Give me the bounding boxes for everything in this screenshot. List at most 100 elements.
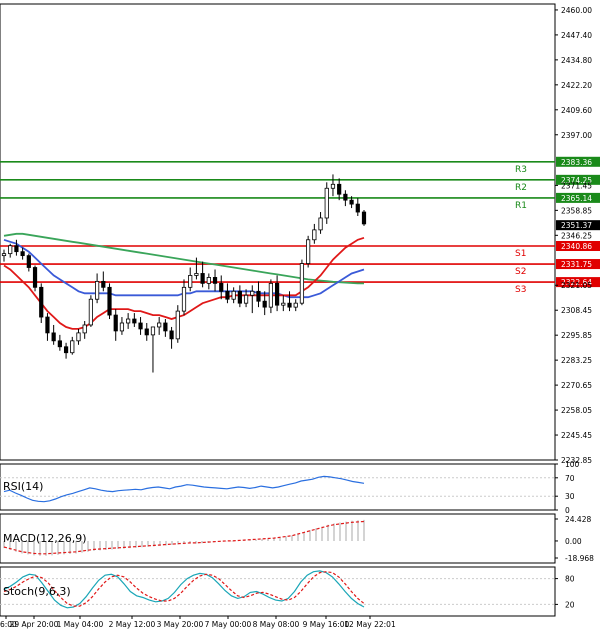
main-y-tick-label: 2346.25 [561, 231, 592, 240]
level-name-s1: S1 [515, 249, 526, 259]
candle-bull [88, 298, 93, 326]
candle-bull [157, 322, 162, 328]
main-plot-frame [0, 3, 556, 461]
stoch-frame [0, 566, 556, 617]
candle-bear [225, 290, 230, 300]
candle-bull [306, 239, 311, 264]
level-name-s3: S3 [515, 285, 526, 295]
candle-bear [337, 183, 342, 195]
candle-bear [200, 273, 205, 284]
candle-bear [132, 318, 137, 324]
rsi-y-tick-label: 30 [565, 492, 575, 501]
main-y-tick-label: 2245.45 [561, 431, 592, 440]
candle-bear [20, 251, 25, 257]
candle-bull [206, 277, 211, 284]
main-y-tick-label: 2308.45 [561, 306, 592, 315]
macd-y-tick-label: 0.00 [565, 537, 582, 546]
stoch-y-tick-label: 80 [565, 575, 575, 584]
rsi-y-tick-label: 0 [565, 506, 570, 515]
candle-bear [45, 316, 50, 334]
candle-bear [101, 280, 106, 288]
candle-bear [163, 322, 168, 332]
candle-bull [250, 290, 255, 296]
macd-label: MACD(12,26,9) [3, 532, 87, 545]
candle-bear [169, 330, 174, 340]
level-price-label: 2383.36 [561, 158, 592, 167]
level-price-label: 2331.75 [561, 260, 592, 269]
level-name-r1: R1 [515, 201, 527, 211]
candle-bull [324, 187, 329, 219]
macd-y-tick-label: 24.428 [565, 515, 591, 524]
candle-bear [144, 328, 149, 336]
candle-bull [126, 318, 131, 324]
main-y-tick-label: 2409.60 [561, 106, 592, 115]
x-tick-label: 1 May 04:00 [57, 620, 104, 629]
main-y-tick-label: 2358.85 [561, 206, 592, 215]
candle-bear [275, 282, 280, 306]
main-y-tick-label: 2422.20 [561, 81, 592, 90]
candle-bear [212, 277, 218, 284]
candle-bear [107, 286, 112, 316]
candle-bull [312, 229, 317, 241]
candle-bull [181, 286, 187, 312]
candle-bear [39, 286, 44, 318]
candle-bull [175, 310, 180, 340]
candle-bull [8, 245, 13, 255]
candle-bear [349, 199, 354, 205]
main-y-tick-label: 2371.45 [561, 181, 592, 190]
candle-bear [26, 255, 31, 268]
candle-bear [256, 290, 261, 302]
candle-bull [281, 302, 286, 306]
candle-bear [63, 346, 69, 354]
main-y-tick-label: 2295.85 [561, 331, 592, 340]
candle-bull [243, 294, 249, 304]
x-tick-label: 2 May 12:00 [109, 620, 156, 629]
candle-bear [57, 340, 62, 348]
candle-bear [287, 302, 292, 308]
candle-bear [138, 322, 143, 330]
main-y-tick-label: 2270.65 [561, 381, 592, 390]
rsi-y-tick-label: 100 [565, 460, 580, 469]
candle-bear [219, 282, 224, 292]
stoch-label: Stoch(9,6,3) [3, 585, 71, 598]
main-y-tick-label: 2434.80 [561, 56, 592, 65]
level-price-label: 2340.86 [561, 242, 592, 251]
main-y-tick-label: 2258.05 [561, 406, 592, 415]
candle-bull [268, 282, 273, 308]
main-y-tick-label: 2283.25 [561, 356, 592, 365]
rsi-y-tick-label: 70 [565, 474, 575, 483]
candle-bull [1, 253, 7, 257]
candle-bull [299, 263, 305, 304]
candle-bear [361, 211, 367, 225]
candle-bull [293, 302, 298, 308]
x-tick-label: 29 Apr 20:00 [10, 620, 59, 629]
candle-bear [262, 300, 267, 308]
candle-bull [119, 322, 125, 332]
x-tick-label: 12 May 22:01 [344, 620, 396, 629]
level-name-r2: R2 [515, 183, 527, 193]
chart-root: R3 2383.36 R2 2374.25 R1 2365.14 S1 2340.86 S2 23… [0, 0, 600, 632]
candle-bull [150, 326, 156, 336]
x-tick-label: 3 May 20:00 [157, 620, 204, 629]
candle-bear [237, 290, 242, 304]
candle-bull [330, 183, 336, 189]
current-price-label: 2351.37 [561, 221, 592, 230]
macd-y-tick-label: -18.968 [565, 554, 594, 563]
main-y-tick-label: 2460.00 [561, 6, 592, 15]
candle-bear [32, 267, 38, 288]
x-tick-label: 9 May 16:00 [303, 620, 350, 629]
level-name-s2: S2 [515, 267, 526, 277]
candle-bull [76, 332, 81, 342]
candle-bull [231, 290, 236, 300]
x-tick-label: 7 May 00:00 [205, 620, 252, 629]
level-name-r3: R3 [515, 165, 527, 175]
candle-bear [51, 332, 56, 342]
main-y-tick-label: 2447.40 [561, 31, 592, 40]
rsi-label: RSI(14) [3, 480, 43, 493]
candle-bear [14, 245, 19, 253]
candle-bull [318, 217, 323, 231]
candle-bull [95, 280, 100, 300]
stoch-y-tick-label: 20 [565, 600, 575, 609]
level-price-label: 2365.14 [561, 194, 592, 203]
main-y-tick-label: 2397.00 [561, 131, 592, 140]
